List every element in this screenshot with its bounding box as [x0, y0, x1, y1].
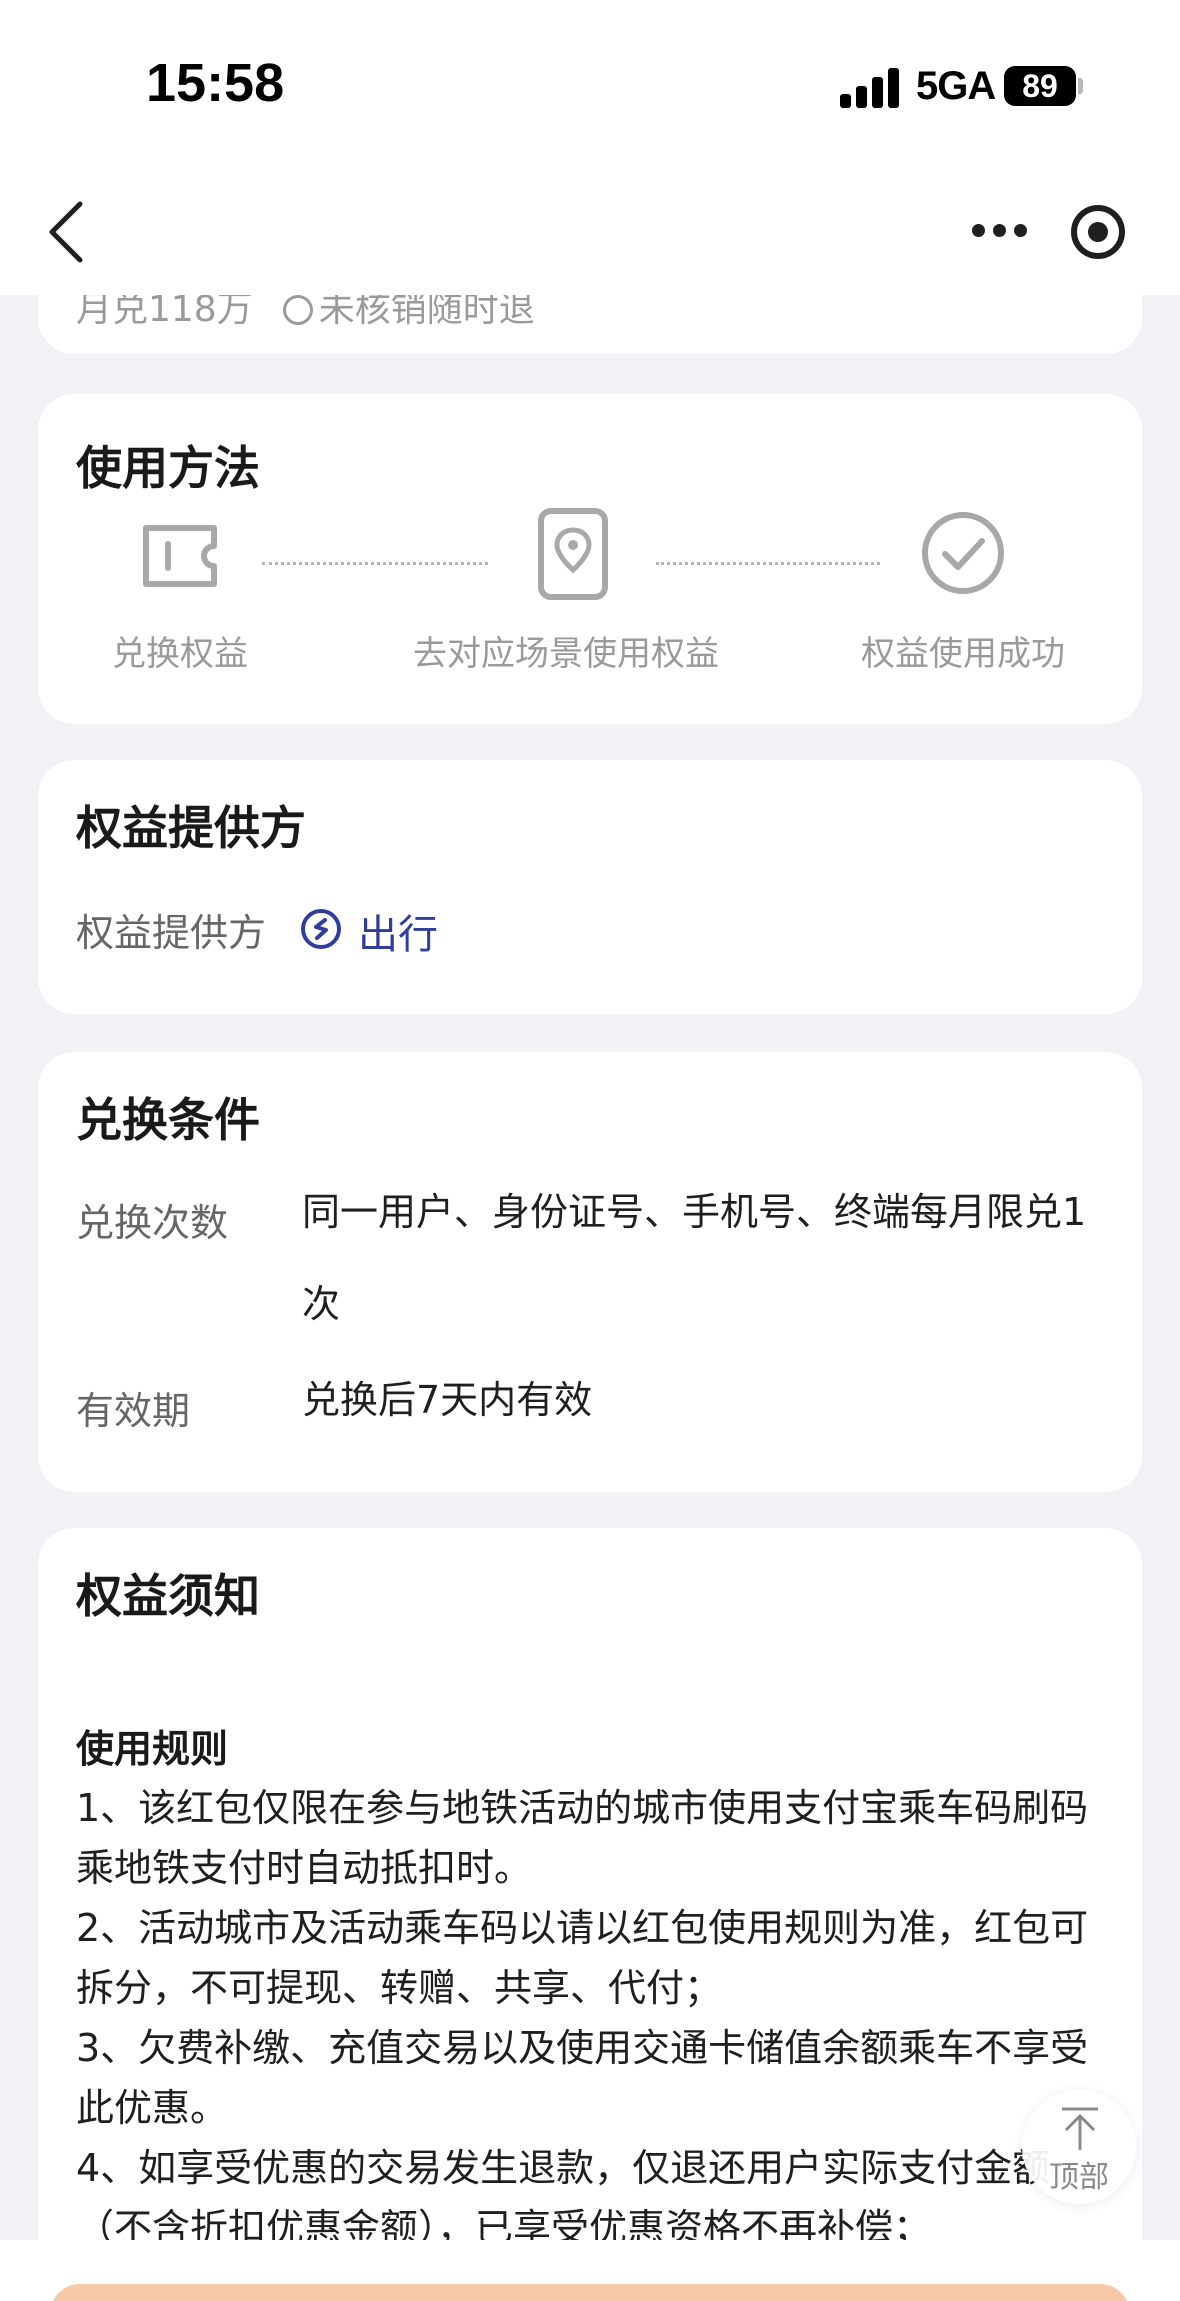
phone-location-icon — [538, 508, 608, 600]
rules-heading: 使用规则 — [76, 1727, 229, 1771]
provider-name-link[interactable]: 出行 — [358, 902, 438, 960]
check-circle-icon — [922, 512, 1004, 594]
condition-value-validity: 兑换后7天内有效 — [302, 1378, 593, 1422]
step-connector — [262, 562, 488, 565]
step-connector — [656, 562, 880, 565]
back-button[interactable] — [40, 192, 100, 272]
back-to-top-label: 顶部 — [1049, 2160, 1109, 2195]
status-time: 15:58 — [146, 53, 285, 113]
exchange-conditions-card: 兑换条件 兑换次数 同一用户、身份证号、手机号、终端每月限兑1次 有效期 兑换后… — [38, 1052, 1142, 1492]
refund-policy-text: 未核销随时退 — [318, 289, 535, 330]
rule-item: 1、该红包仅限在参与地铁活动的城市使用支付宝乘车码刷码乘地铁支付时自动抵扣时。 — [76, 1786, 1089, 1890]
step-label-success: 权益使用成功 — [861, 634, 1065, 674]
monthly-redeemed-text: 月兑118万 — [76, 289, 253, 330]
provider-title: 权益提供方 — [76, 801, 306, 855]
ticket-icon — [143, 525, 217, 587]
more-dot — [993, 224, 1006, 237]
condition-label-validity: 有效期 — [76, 1389, 191, 1433]
more-dot — [1014, 224, 1027, 237]
nav-bar — [0, 170, 1180, 295]
arrow-up-icon — [1062, 2107, 1098, 2150]
notes-card: 权益须知 使用规则 1、该红包仅限在参与地铁活动的城市使用支付宝乘车码刷码乘地铁… — [38, 1528, 1142, 2301]
more-dot — [972, 224, 985, 237]
notes-title: 权益须知 — [76, 1569, 260, 1623]
close-miniapp-button[interactable] — [1066, 200, 1130, 264]
provider-card: 权益提供方 权益提供方 出行 — [38, 760, 1142, 1014]
signal-icon — [840, 68, 902, 108]
status-bar: 15:58 5GA 89 — [0, 0, 1180, 170]
usage-method-card: 使用方法 兑换权益 去对应场景使用权益 权益使用成功 — [38, 394, 1142, 724]
battery-cap — [1078, 78, 1083, 94]
conditions-title: 兑换条件 — [76, 1093, 260, 1147]
step-label-redeem: 兑换权益 — [112, 634, 248, 674]
condition-value-times: 同一用户、身份证号、手机号、终端每月限兑1次 — [302, 1190, 1087, 1326]
battery-icon: 89 — [1004, 66, 1076, 106]
check-circle-icon — [282, 295, 313, 325]
step-label-use: 去对应场景使用权益 — [413, 634, 719, 674]
network-label: 5GA — [916, 64, 996, 108]
provider-label: 权益提供方 — [76, 911, 267, 955]
bottom-action-button[interactable] — [50, 2284, 1130, 2301]
provider-logo-icon — [301, 909, 341, 949]
back-to-top-button[interactable]: 顶部 — [1022, 2090, 1136, 2204]
more-button[interactable] — [968, 210, 1032, 250]
rule-item: 2、活动城市及活动乘车码以请以红包使用规则为准，红包可拆分，不可提现、转赠、共享… — [76, 1906, 1089, 2010]
rules-list: 1、该红包仅限在参与地铁活动的城市使用支付宝乘车码刷码乘地铁支付时自动抵扣时。 … — [76, 1778, 1116, 2258]
chevron-left-icon — [49, 201, 83, 263]
usage-title: 使用方法 — [76, 441, 260, 495]
rule-item: 3、欠费补缴、充值交易以及使用交通卡储值余额乘车不享受此优惠。 — [76, 2026, 1089, 2130]
condition-label-times: 兑换次数 — [76, 1201, 229, 1245]
target-icon — [1071, 205, 1125, 259]
